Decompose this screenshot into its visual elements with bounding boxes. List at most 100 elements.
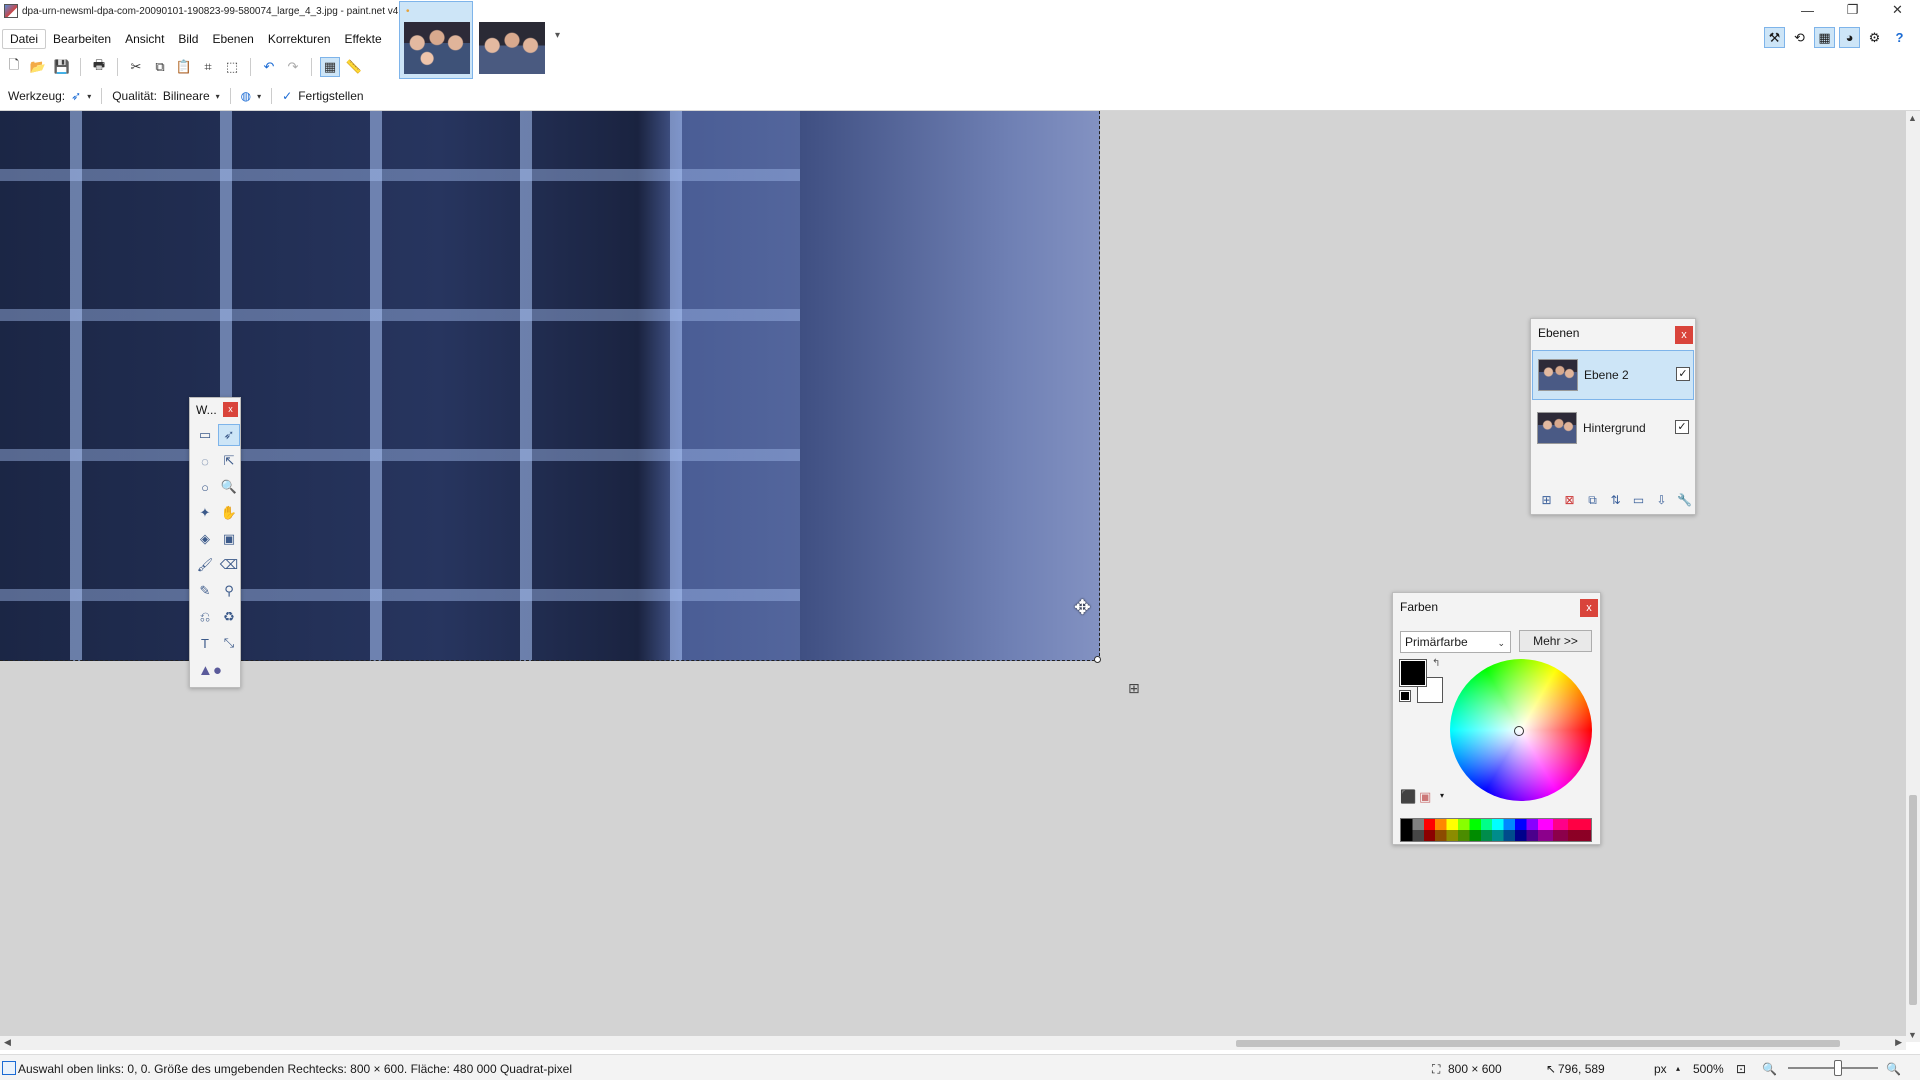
new-file-icon[interactable]: 🗋 (4, 57, 24, 77)
horizontal-scroll-thumb[interactable] (1236, 1040, 1840, 1047)
restore-button[interactable]: ❐ (1830, 0, 1875, 20)
menu-korrekturen[interactable]: Korrekturen (261, 29, 338, 49)
tool-dropdown-chevron-icon[interactable]: ▾ (87, 92, 91, 101)
deselect-icon[interactable]: ⬚ (222, 57, 242, 77)
units-select[interactable]: px (1654, 1062, 1667, 1076)
color-target-select[interactable]: Primärfarbe ⌄ (1400, 631, 1511, 653)
vertical-scrollbar[interactable]: ▲ ▼ (1906, 111, 1920, 1042)
paste-icon[interactable]: 📋 (174, 57, 194, 77)
current-tool-move-icon[interactable]: ➶ (71, 89, 81, 103)
menu-ebenen[interactable]: Ebenen (205, 29, 260, 49)
move-layer-down-icon[interactable]: ⇩ (1652, 491, 1671, 509)
rulers-icon[interactable]: 📏 (344, 57, 364, 77)
minimize-button[interactable]: — (1785, 0, 1830, 20)
quality-select[interactable]: Bilineare (163, 89, 210, 103)
move-selection-tool-icon[interactable]: ⇱ (218, 450, 240, 472)
layer-visibility-checkbox[interactable]: ✓ (1675, 420, 1689, 434)
tabs-more-chevron-icon[interactable]: ▾ (555, 30, 560, 41)
colors-window-toggle-icon[interactable]: ◕ (1839, 27, 1860, 48)
horizontal-scrollbar[interactable]: ◀ ▶ (0, 1036, 1906, 1050)
reset-colors-icon[interactable] (1399, 690, 1411, 702)
swap-colors-icon[interactable]: ↰ (1432, 658, 1440, 669)
tools-panel-close-button[interactable]: x (223, 402, 238, 417)
layer-visibility-checkbox[interactable]: ✓ (1676, 367, 1690, 381)
move-selected-tool-icon[interactable]: ➶ (218, 424, 240, 446)
line-curve-tool-icon[interactable]: ⤡ (218, 632, 240, 654)
eraser-tool-icon[interactable]: ⌫ (218, 554, 240, 576)
palette-chevron-icon[interactable]: ▾ (1440, 791, 1444, 800)
add-layer-icon[interactable]: ⊞ (1537, 491, 1556, 509)
blend-mode-icon[interactable]: ◍ (241, 89, 251, 103)
zoom-tool-icon[interactable]: 🔍 (218, 476, 240, 498)
delete-layer-icon[interactable]: ⊠ (1560, 491, 1579, 509)
save-icon[interactable]: 💾 (52, 57, 72, 77)
close-window-button[interactable]: ✕ (1875, 0, 1920, 20)
color-picker-tool-icon[interactable]: ⚲ (218, 580, 240, 602)
zoom-in-icon[interactable]: 🔍 (1886, 1062, 1901, 1076)
copy-icon[interactable]: ⧉ (150, 57, 170, 77)
layer-row[interactable]: Ebene 2 ✓ (1532, 350, 1694, 400)
recolor-tool-icon[interactable]: ♻ (218, 606, 240, 628)
magic-wand-tool-icon[interactable]: ✦ (194, 502, 216, 524)
menu-bild[interactable]: Bild (171, 29, 205, 49)
color-wheel[interactable] (1450, 659, 1592, 801)
pencil-tool-icon[interactable]: ✎ (194, 580, 216, 602)
settings-gear-icon[interactable]: ⚙ (1864, 27, 1885, 48)
zoom-slider-thumb[interactable] (1833, 1060, 1842, 1076)
move-layer-up-icon[interactable]: ▭ (1629, 491, 1648, 509)
scroll-up-arrow-icon[interactable]: ▲ (1908, 113, 1917, 123)
color-palette[interactable] (1400, 818, 1592, 842)
pan-tool-icon[interactable]: ✋ (218, 502, 240, 524)
paintbrush-tool-icon[interactable]: 🖌 (194, 554, 216, 576)
vertical-scroll-thumb[interactable] (1909, 795, 1917, 1005)
palette-black-white-icon[interactable]: ⬛ (1400, 789, 1416, 805)
crop-to-selection-icon[interactable]: ⌗ (198, 57, 218, 77)
scroll-left-arrow-icon[interactable]: ◀ (4, 1037, 11, 1048)
image-tab-second[interactable] (474, 1, 548, 79)
undo-icon[interactable]: ↶ (259, 57, 279, 77)
menu-effekte[interactable]: Effekte (338, 29, 389, 49)
shapes-tool-icon[interactable]: ▲● (198, 662, 232, 682)
lasso-select-tool-icon[interactable]: ◌ (194, 450, 216, 472)
layer-row[interactable]: Hintergrund ✓ (1532, 404, 1694, 454)
print-icon[interactable]: 🖶 (89, 57, 109, 77)
help-icon[interactable]: ? (1889, 27, 1910, 48)
text-tool-icon[interactable]: T (194, 632, 216, 654)
clone-stamp-tool-icon[interactable]: ⎌ (194, 606, 216, 628)
zoom-out-icon[interactable]: 🔍 (1762, 1062, 1777, 1076)
units-chevron-icon[interactable]: ▴ (1676, 1064, 1680, 1073)
more-colors-button[interactable]: Mehr >> (1519, 630, 1592, 652)
rectangle-select-tool-icon[interactable]: ▭ (194, 424, 216, 446)
open-folder-icon[interactable]: 📂 (28, 57, 48, 77)
scroll-down-arrow-icon[interactable]: ▼ (1908, 1030, 1917, 1040)
duplicate-layer-icon[interactable]: ⧉ (1583, 491, 1602, 509)
layers-window-toggle-icon[interactable]: ▦ (1814, 27, 1835, 48)
menu-bearbeiten[interactable]: Bearbeiten (46, 29, 118, 49)
quality-dropdown-chevron-icon[interactable]: ▾ (216, 92, 220, 101)
layers-panel-close-button[interactable]: x (1675, 326, 1693, 344)
pixel-grid-icon[interactable]: ▦ (320, 57, 340, 77)
menu-ansicht[interactable]: Ansicht (118, 29, 171, 49)
colors-panel-close-button[interactable]: x (1580, 599, 1598, 617)
palette-menu-icon[interactable]: ▣ (1419, 789, 1431, 805)
scroll-right-arrow-icon[interactable]: ▶ (1895, 1037, 1902, 1048)
canvas-workspace[interactable]: ✥ ⊞ W... x ▭ ➶ ◌ ⇱ ○ 🔍 ✦ ✋ ◈ ▣ 🖌 ⌫ ✎ ⚲ ⎌ ♻ T ⤡ ▲● Ebenen … (0, 111, 1906, 1042)
selection-handle[interactable] (1094, 656, 1101, 663)
blend-dropdown-chevron-icon[interactable]: ▾ (257, 92, 261, 101)
selection-grip-icon[interactable]: ⊞ (1128, 680, 1140, 697)
menu-datei[interactable]: Datei (2, 29, 47, 49)
cut-icon[interactable]: ✂ (126, 57, 146, 77)
color-wheel-marker[interactable] (1514, 726, 1524, 736)
gradient-tool-icon[interactable]: ▣ (218, 528, 240, 550)
ellipse-select-tool-icon[interactable]: ○ (194, 476, 216, 498)
history-window-toggle-icon[interactable]: ⟲ (1789, 27, 1810, 48)
paint-bucket-tool-icon[interactable]: ◈ (194, 528, 216, 550)
layer-properties-wrench-icon[interactable]: 🔧 (1675, 491, 1694, 509)
redo-icon[interactable]: ↷ (283, 57, 303, 77)
zoom-level[interactable]: 500% (1693, 1062, 1724, 1076)
zoom-to-window-icon[interactable]: ⊡ (1736, 1062, 1746, 1076)
finish-button[interactable]: Fertigstellen (298, 89, 363, 103)
merge-layer-icon[interactable]: ⇅ (1606, 491, 1625, 509)
tools-window-toggle-icon[interactable]: ⚒ (1764, 27, 1785, 48)
primary-color-swatch[interactable] (1399, 659, 1427, 687)
